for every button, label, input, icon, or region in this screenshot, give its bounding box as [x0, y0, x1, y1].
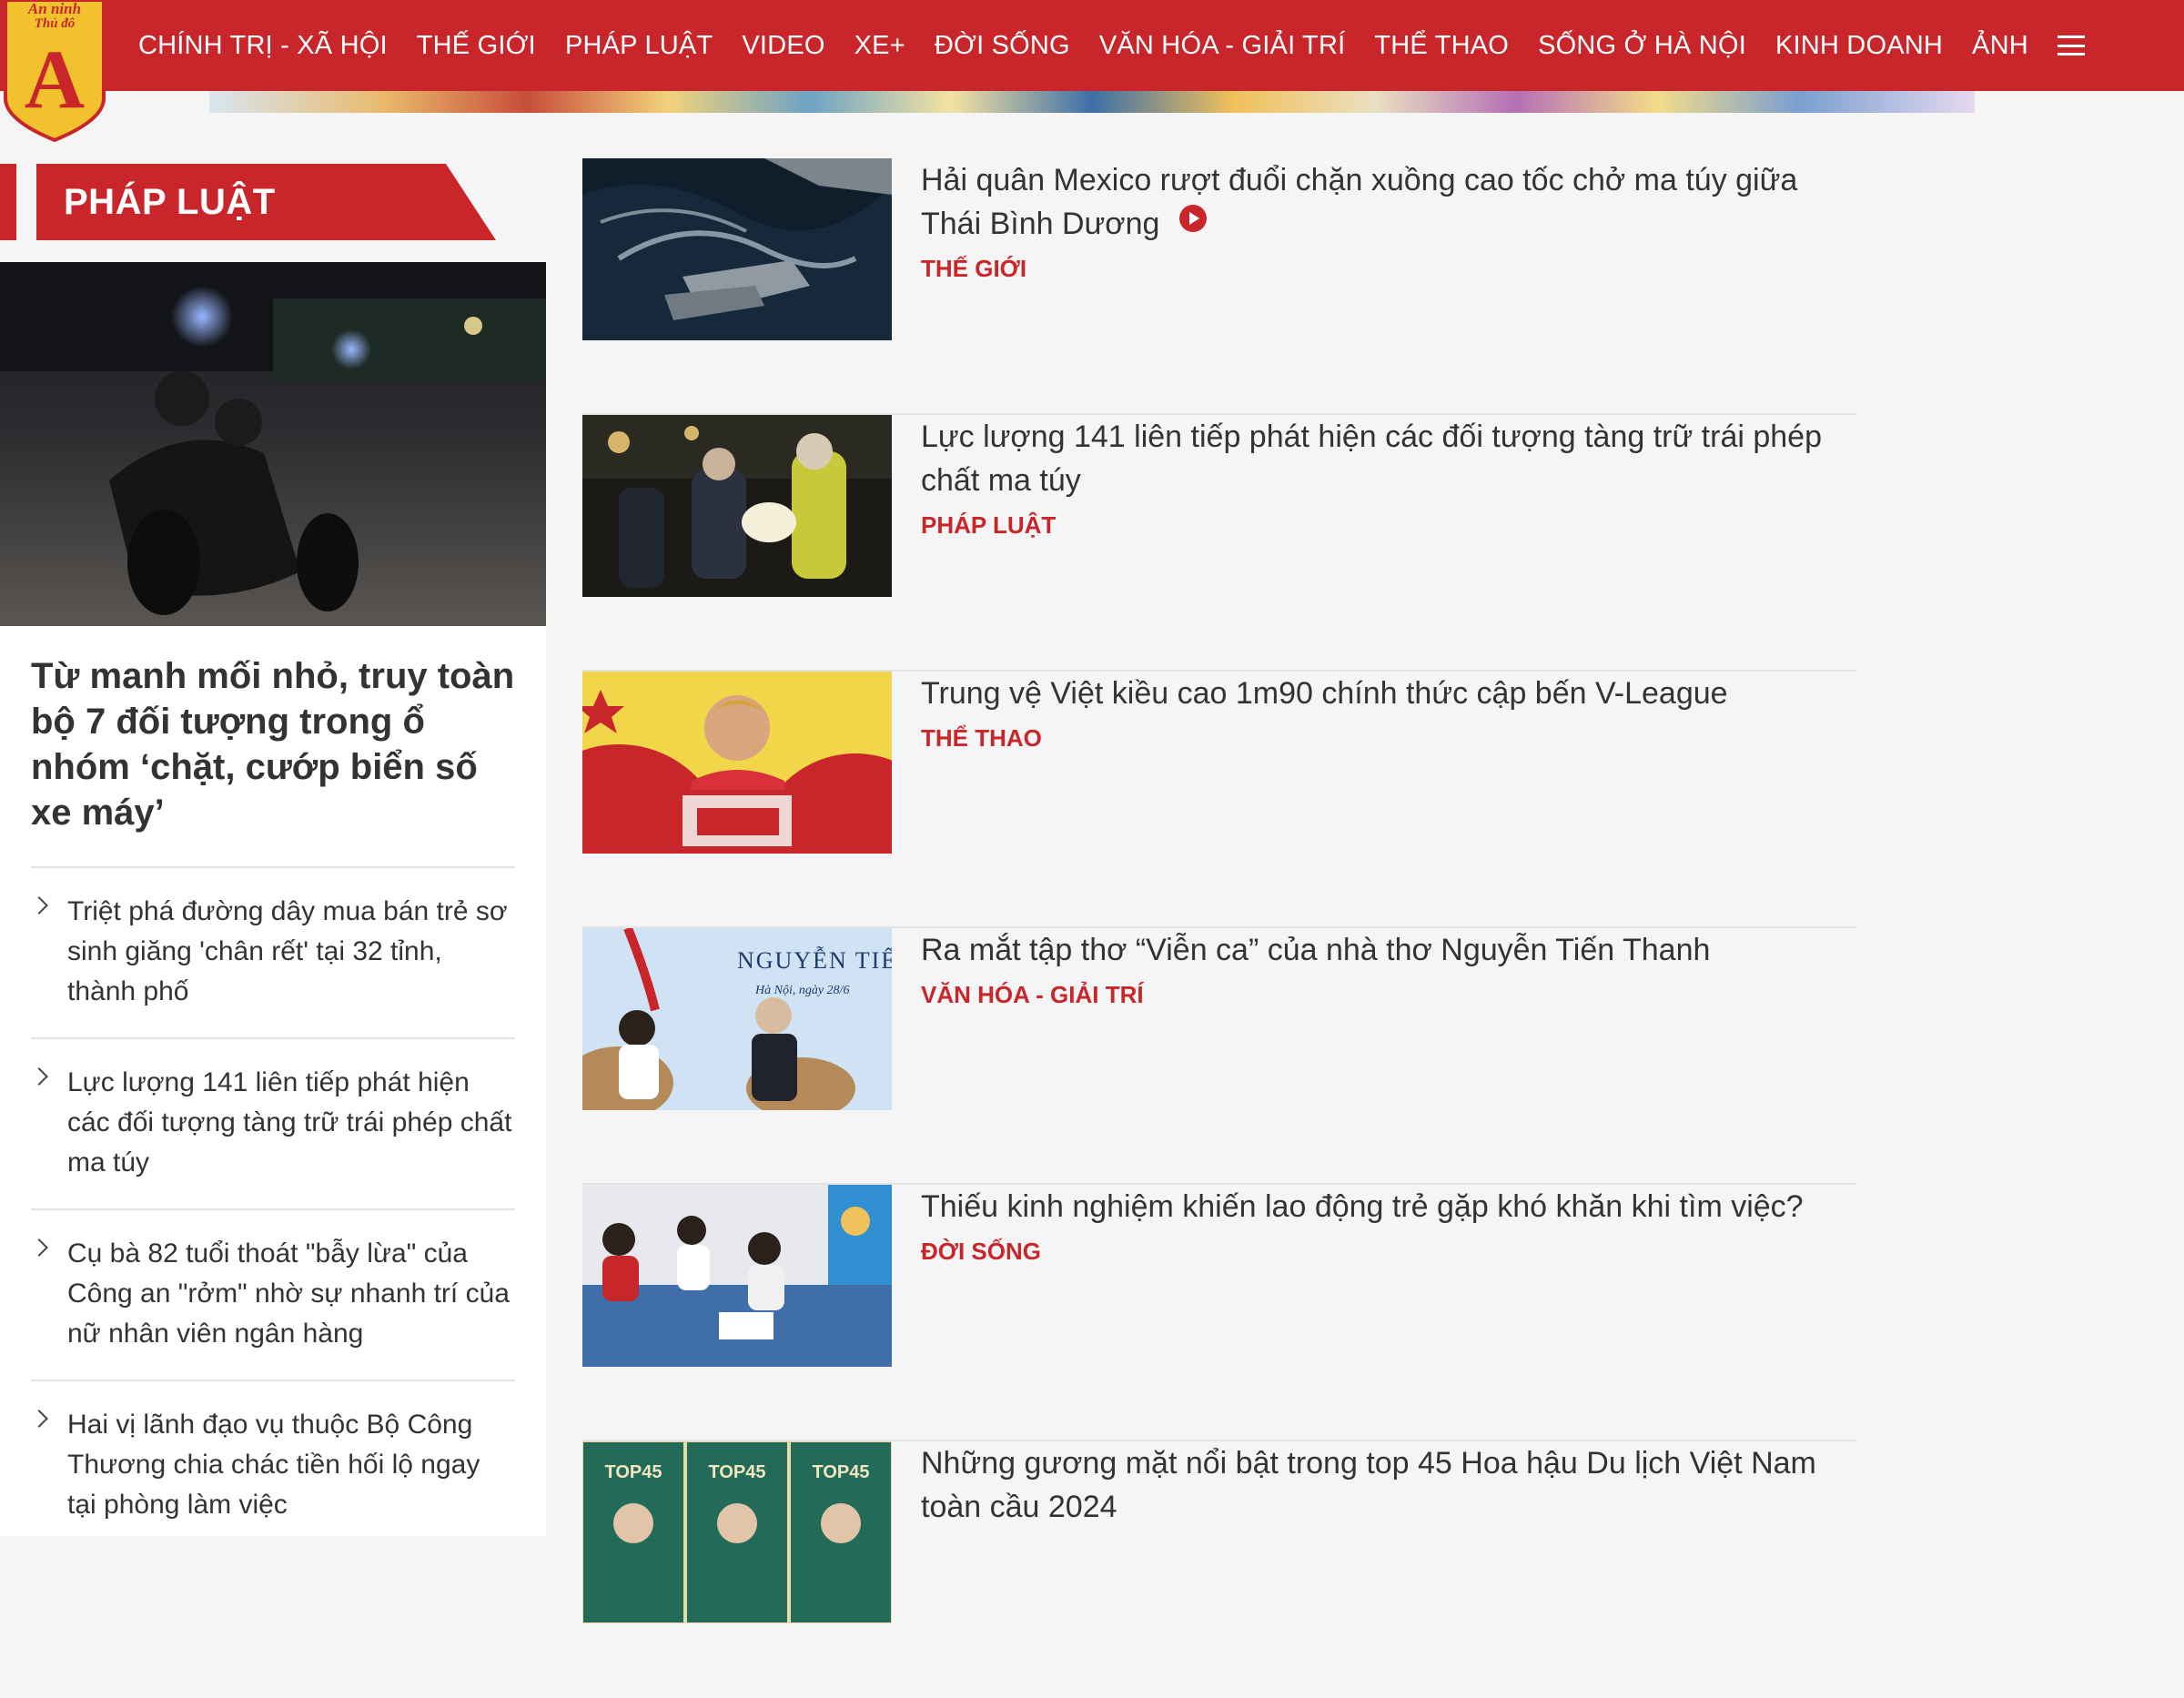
thumbnail-top45-1: TOP45 [605, 1462, 662, 1482]
article-item: NGUYỄN TIẾN T Hà Nội, ngày 28/6 Ra mắt t… [564, 926, 1856, 1185]
main-nav: CHÍNH TRỊ - XÃ HỘI THẾ GIỚI PHÁP LUẬT VI… [138, 0, 2085, 91]
top-navigation-bar: CHÍNH TRỊ - XÃ HỘI THẾ GIỚI PHÁP LUẬT VI… [0, 0, 2184, 91]
svg-text:Thủ đô: Thủ đô [35, 16, 76, 31]
article-thumbnail[interactable]: NGUYỄN TIẾN T Hà Nội, ngày 28/6 [564, 926, 938, 1119]
related-article-title[interactable]: Cụ bà 82 tuổi thoát "bẫy lừa" của Công a… [67, 1238, 510, 1349]
article-title[interactable]: Ra mắt tập thơ “Viễn ca” của nhà thơ Ngu… [921, 928, 1831, 972]
related-article-title[interactable]: Lực lượng 141 liên tiếp phát hiện các đố… [67, 1067, 511, 1177]
nav-item-video[interactable]: VIDEO [742, 31, 824, 61]
nav-item-the-thao[interactable]: THỂ THAO [1374, 31, 1509, 61]
article-title[interactable]: Hải quân Mexico rượt đuổi chặn xuồng cao… [921, 158, 1831, 246]
article-item: TOP45 TOP45 TOP45 Những gương mặt nổi bậ… [581, 1440, 1856, 1698]
related-article-item[interactable]: Hai vị lãnh đạo vụ thuộc Bộ Công Thương … [30, 1380, 515, 1551]
section-title[interactable]: PHÁP LUẬT [64, 164, 276, 240]
article-title[interactable]: Thiếu kinh nghiệm khiến lao động trẻ gặp… [921, 1185, 1831, 1228]
nav-item-van-hoa-giai-tri[interactable]: VĂN HÓA - GIẢI TRÍ [1099, 31, 1346, 61]
related-articles-list: Triệt phá đường dây mua bán trẻ sơ sinh … [30, 866, 515, 1551]
featured-article-title[interactable]: Từ manh mối nhỏ, truy toàn bộ 7 đối tượn… [31, 653, 522, 835]
nav-item-phap-luat[interactable]: PHÁP LUẬT [565, 31, 713, 61]
article-title[interactable]: Những gương mặt nổi bật trong top 45 Hoa… [921, 1441, 1831, 1529]
ad-banner[interactable] [209, 91, 1975, 113]
thumbnail-top45-2: TOP45 [709, 1462, 766, 1482]
svg-text:An ninh: An ninh [27, 0, 81, 17]
article-thumbnail[interactable] [510, 672, 956, 963]
article-thumbnail[interactable]: TOP45 TOP45 TOP45 [581, 1440, 893, 1624]
svg-text:A: A [25, 33, 85, 126]
nav-item-kinh-doanh[interactable]: KINH DOANH [1775, 31, 1943, 61]
section-stub [0, 164, 16, 240]
nav-item-xe[interactable]: XE+ [854, 31, 905, 61]
section-header: PHÁP LUẬT [0, 164, 510, 240]
article-item: Hải quân Mexico rượt đuổi chặn xuồng cao… [582, 158, 1856, 415]
article-category[interactable]: ĐỜI SỐNG [921, 1238, 1041, 1266]
article-item: Lực lượng 141 liên tiếp phát hiện các đố… [582, 415, 1856, 672]
site-logo[interactable]: An ninh Thủ đô A [0, 0, 109, 142]
nav-item-doi-song[interactable]: ĐỜI SỐNG [935, 31, 1070, 61]
nav-item-anh[interactable]: ẢNH [1972, 31, 2028, 61]
article-title-text[interactable]: Hải quân Mexico rượt đuổi chặn xuồng cao… [921, 163, 1797, 241]
featured-article: Từ manh mối nhỏ, truy toàn bộ 7 đối tượn… [0, 262, 546, 1536]
play-video-icon[interactable] [1179, 200, 1208, 244]
article-item: Thiếu kinh nghiệm khiến lao động trẻ gặp… [582, 1185, 1856, 1441]
article-item: Trung vệ Việt kiều cao 1m90 chính thức c… [510, 672, 1856, 963]
article-title[interactable]: Trung vệ Việt kiều cao 1m90 chính thức c… [921, 672, 1831, 715]
chevron-right-icon [30, 1238, 48, 1257]
article-thumbnail[interactable] [582, 1185, 892, 1367]
nav-item-chinh-tri-xa-hoi[interactable]: CHÍNH TRỊ - XÃ HỘI [138, 31, 388, 61]
nav-item-the-gioi[interactable]: THẾ GIỚI [417, 31, 536, 61]
chevron-right-icon [30, 1410, 48, 1428]
article-category[interactable]: VĂN HÓA - GIẢI TRÍ [921, 981, 1144, 1009]
chevron-right-icon [30, 1067, 48, 1086]
nav-item-song-o-ha-noi[interactable]: SỐNG Ở HÀ NỘI [1538, 31, 1746, 61]
related-article-title[interactable]: Hai vị lãnh đạo vụ thuộc Bộ Công Thương … [67, 1410, 480, 1520]
chevron-right-icon [30, 896, 48, 915]
featured-article-image[interactable] [0, 262, 546, 626]
article-thumbnail[interactable] [582, 158, 892, 340]
article-category[interactable]: THỂ THAO [921, 724, 1042, 753]
thumbnail-poet-name: NGUYỄN TIẾN T [737, 946, 892, 974]
related-article-item[interactable]: Cụ bà 82 tuổi thoát "bẫy lừa" của Công a… [30, 1208, 515, 1380]
hamburger-menu-icon[interactable] [2057, 35, 2085, 56]
related-article-title[interactable]: Triệt phá đường dây mua bán trẻ sơ sinh … [67, 896, 508, 1006]
related-article-item[interactable]: Triệt phá đường dây mua bán trẻ sơ sinh … [30, 866, 515, 1037]
article-category[interactable]: PHÁP LUẬT [921, 511, 1056, 540]
related-article-item[interactable]: Lực lượng 141 liên tiếp phát hiện các đố… [30, 1037, 515, 1208]
article-category[interactable]: THẾ GIỚI [921, 255, 1026, 283]
article-thumbnail[interactable] [582, 415, 892, 597]
article-title[interactable]: Lực lượng 141 liên tiếp phát hiện các đố… [921, 415, 1831, 502]
thumbnail-top45-3: TOP45 [813, 1462, 870, 1482]
thumbnail-poet-subtitle: Hà Nội, ngày 28/6 [754, 984, 849, 997]
